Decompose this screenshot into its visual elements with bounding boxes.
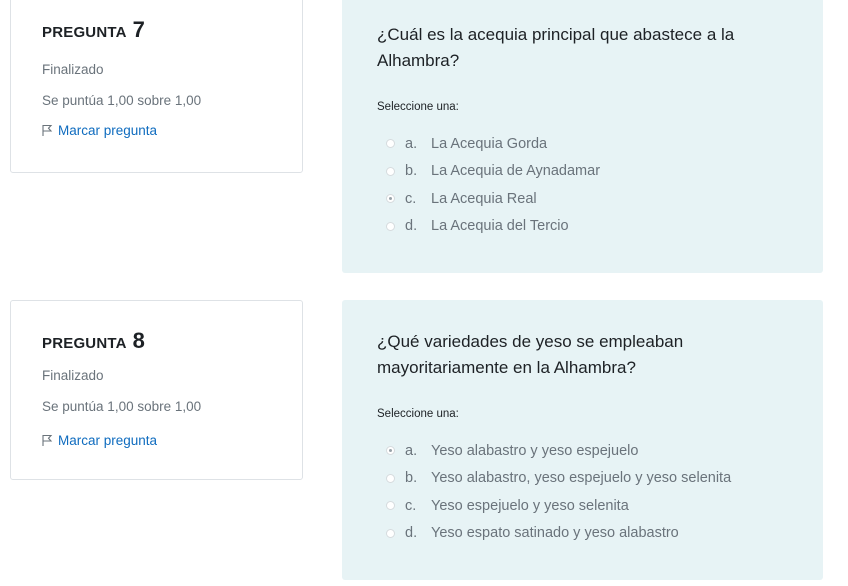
answer-letter: d. (405, 525, 418, 542)
question-label: PREGUNTA (42, 24, 127, 41)
question-number: 7 (132, 17, 145, 42)
answer-letter: a. (405, 135, 418, 152)
question-label: PREGUNTA (42, 335, 127, 352)
radio-button-selected[interactable] (386, 194, 395, 204)
answer-list: a. La Acequia Gorda b. La Acequia de Ayn… (386, 130, 600, 240)
flag-icon (42, 430, 58, 450)
radio-button-selected[interactable] (386, 446, 395, 456)
answer-letter: b. (405, 470, 418, 487)
flag-label: Marcar pregunta (58, 432, 158, 448)
question-8-info: PREGUNTA 8 Finalizado Se puntúa 1,00 sob… (10, 300, 303, 480)
answer-text: La Acequia Real (431, 190, 537, 207)
answer-option-a[interactable]: a. Yeso alabastro y yeso espejuelo (386, 437, 731, 465)
answer-option-c[interactable]: c. Yeso espejuelo y yeso selenita (386, 492, 731, 520)
question-grade: Se puntúa 1,00 sobre 1,00 (42, 93, 202, 108)
flag-question-link[interactable]: Marcar pregunta (42, 430, 157, 450)
question-text: ¿Cuál es la acequia principal que abaste… (377, 25, 735, 70)
answer-option-b[interactable]: b. La Acequia de Aynadamar (386, 158, 600, 186)
answer-text: La Acequia del Tercio (431, 218, 569, 235)
answer-option-d[interactable]: d. La Acequia del Tercio (386, 213, 600, 241)
radio-button[interactable] (386, 501, 395, 511)
answer-option-b[interactable]: b. Yeso alabastro, yeso espejuelo y yeso… (386, 465, 731, 493)
answer-letter: c. (405, 190, 417, 207)
answer-text: La Acequia de Aynadamar (431, 163, 601, 180)
question-grade: Se puntúa 1,00 sobre 1,00 (42, 399, 202, 414)
answer-prompt: Seleccione una: (377, 408, 459, 420)
question-state: Finalizado (42, 62, 104, 77)
question-number: 8 (132, 328, 145, 353)
answer-letter: c. (405, 497, 417, 514)
question-text: ¿Qué variedades de yeso se empleaban may… (377, 332, 684, 377)
answer-text: Yeso alabastro y yeso espejuelo (431, 442, 639, 459)
flag-icon (42, 120, 58, 140)
radio-button[interactable] (386, 473, 395, 483)
question-7-heading: PREGUNTA 7 (42, 17, 145, 43)
answer-letter: a. (405, 442, 418, 459)
question-state: Finalizado (42, 368, 104, 383)
radio-button[interactable] (386, 221, 395, 231)
radio-button[interactable] (386, 528, 395, 538)
question-8-content: ¿Qué variedades de yeso se empleaban may… (342, 300, 823, 580)
answer-option-a[interactable]: a. La Acequia Gorda (386, 130, 600, 158)
answer-text: Yeso alabastro, yeso espejuelo y yeso se… (431, 470, 732, 487)
answer-option-c[interactable]: c. La Acequia Real (386, 185, 600, 213)
answer-text: Yeso espato satinado y yeso alabastro (431, 525, 679, 542)
question-7-info: PREGUNTA 7 Finalizado Se puntúa 1,00 sob… (10, 0, 303, 173)
radio-button[interactable] (386, 166, 395, 176)
answer-option-d[interactable]: d. Yeso espato satinado y yeso alabastro (386, 520, 731, 548)
question-8-heading: PREGUNTA 8 (42, 328, 145, 354)
flag-label: Marcar pregunta (58, 122, 158, 138)
answer-text: La Acequia Gorda (431, 135, 548, 152)
answer-list: a. Yeso alabastro y yeso espejuelo b. Ye… (386, 437, 731, 547)
answer-letter: d. (405, 218, 418, 235)
radio-button[interactable] (386, 139, 395, 149)
question-7-content: ¿Cuál es la acequia principal que abaste… (342, 0, 823, 273)
answer-letter: b. (405, 163, 418, 180)
answer-text: Yeso espejuelo y yeso selenita (431, 497, 629, 514)
answer-prompt: Seleccione una: (377, 101, 459, 113)
flag-question-link[interactable]: Marcar pregunta (42, 120, 157, 140)
